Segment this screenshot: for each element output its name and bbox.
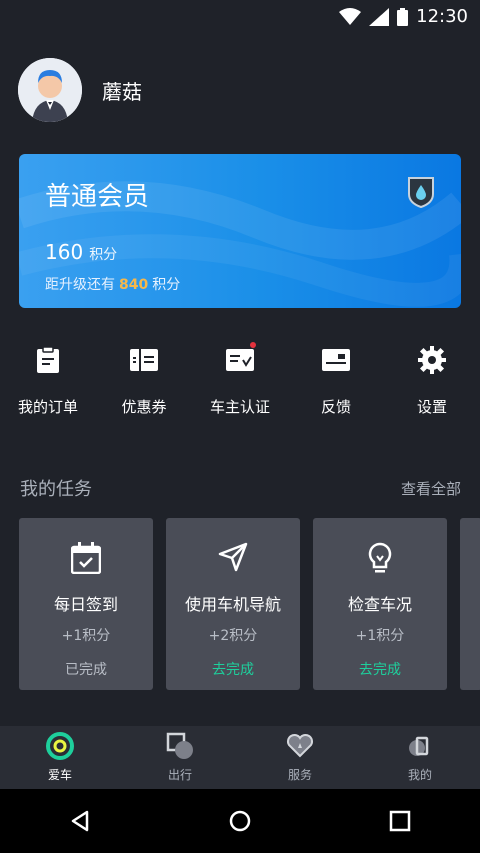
battery-icon (397, 7, 409, 26)
membership-badge-icon (407, 176, 435, 212)
status-time: 12:30 (416, 6, 468, 27)
nav-label-mine: 我的 (407, 768, 432, 782)
membership-title: 普通会员 (45, 182, 150, 212)
upgrade-prefix: 距升级还有 (45, 277, 115, 293)
task-reward: +1积分 (61, 628, 111, 644)
task-card-daily-checkin[interactable]: 每日签到 +1积分 已完成 (19, 518, 153, 690)
settings-icon (418, 342, 446, 378)
navigation-icon (218, 542, 248, 576)
task-reward: +2积分 (208, 628, 258, 644)
bottom-nav: 爱车 出行 服务 我的 (0, 726, 480, 789)
avatar[interactable] (18, 58, 82, 122)
menu-label-coupons: 优惠券 (121, 398, 167, 416)
user-profile[interactable]: 蘑菇 (18, 58, 142, 122)
travel-icon (166, 732, 194, 760)
nav-label-service: 服务 (287, 768, 312, 782)
view-all-link[interactable]: 查看全部 (401, 478, 461, 499)
task-name: 检查车况 (347, 595, 412, 614)
upgrade-info: 距升级还有 840 积分 (45, 274, 180, 294)
task-list: 每日签到 +1积分 已完成 使用车机导航 +2积分 去完成 检查车况 +1积分 … (19, 518, 480, 690)
nav-label-car: 爱车 (47, 768, 72, 782)
coupon-icon (130, 342, 158, 378)
order-icon (37, 342, 59, 378)
service-icon (286, 732, 314, 760)
system-nav-bar (0, 789, 480, 853)
points-unit: 积分 (89, 247, 118, 263)
membership-points: 160 积分 (45, 240, 117, 264)
task-card-navigation[interactable]: 使用车机导航 +2积分 去完成 (166, 518, 300, 690)
tasks-title: 我的任务 (20, 479, 92, 500)
notification-dot (250, 342, 256, 348)
nav-item-travel[interactable]: 出行 (120, 726, 240, 789)
menu-item-feedback[interactable]: 反馈 (288, 342, 384, 417)
task-reward: +1积分 (355, 628, 405, 644)
nav-item-mine[interactable]: 我的 (360, 726, 480, 789)
points-value: 160 (45, 240, 84, 264)
upgrade-suffix: 积分 (152, 277, 181, 293)
task-card-vehicle-check[interactable]: 检查车况 +1积分 去完成 (313, 518, 447, 690)
recents-icon[interactable] (388, 809, 412, 833)
quick-menu: 我的订单 优惠券 车主认证 反馈 设置 (0, 342, 480, 417)
owner-verify-icon (226, 342, 254, 378)
profile-icon (406, 732, 434, 760)
home-icon[interactable] (228, 809, 252, 833)
username: 蘑菇 (102, 79, 142, 104)
car-icon (46, 732, 74, 760)
task-card-next[interactable] (460, 518, 480, 690)
menu-label-orders: 我的订单 (17, 398, 78, 416)
wifi-icon (339, 7, 362, 25)
membership-card[interactable]: 普通会员 160 积分 距升级还有 840 积分 (19, 154, 461, 308)
lightbulb-icon (368, 542, 392, 576)
menu-item-coupons[interactable]: 优惠券 (96, 342, 192, 417)
status-bar: 12:30 (0, 0, 480, 32)
nav-label-travel: 出行 (167, 768, 192, 782)
nav-item-service[interactable]: 服务 (240, 726, 360, 789)
task-status[interactable]: 去完成 (359, 659, 401, 679)
task-status: 已完成 (65, 662, 107, 678)
menu-label-feedback: 反馈 (320, 398, 351, 416)
back-icon[interactable] (68, 809, 92, 833)
menu-item-owner-verify[interactable]: 车主认证 (192, 342, 288, 417)
menu-label-settings: 设置 (416, 398, 447, 416)
menu-item-orders[interactable]: 我的订单 (0, 342, 96, 417)
task-name: 使用车机导航 (184, 595, 281, 614)
calendar-check-icon (70, 542, 102, 576)
task-status[interactable]: 去完成 (212, 659, 254, 679)
nav-item-car[interactable]: 爱车 (0, 726, 120, 789)
task-name: 每日签到 (53, 595, 118, 614)
signal-icon (369, 7, 390, 26)
menu-label-owner-verify: 车主认证 (209, 398, 270, 416)
menu-item-settings[interactable]: 设置 (384, 342, 480, 417)
tasks-header: 我的任务 查看全部 (20, 475, 461, 501)
upgrade-value: 840 (119, 277, 149, 293)
feedback-icon (322, 342, 350, 378)
